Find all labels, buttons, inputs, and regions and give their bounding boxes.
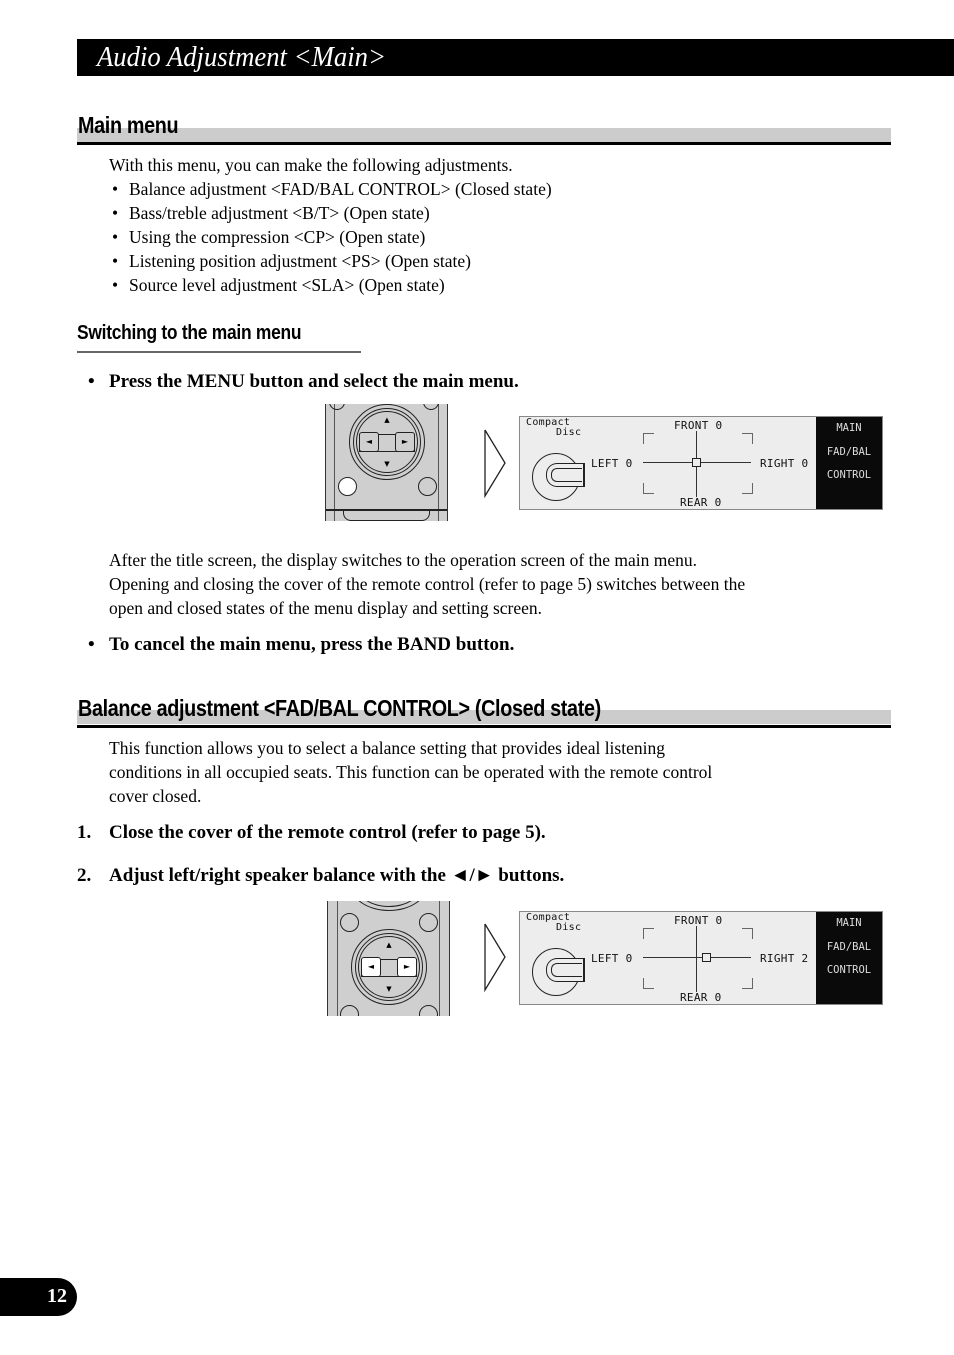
right-label: RIGHT 0 [760,457,809,470]
remote-button-round [423,404,439,410]
balance-axis-vertical [696,926,697,992]
paragraph-line: After the title screen, the display swit… [109,550,698,570]
arrow-right-icon [484,429,506,498]
right-button: ► [395,432,415,452]
source-label: Disc [556,922,582,933]
front-label: FRONT 0 [674,419,723,432]
subheading-switching: Switching to the main menu [77,322,302,344]
remote-cover-lip [343,510,430,521]
step-number: 1. [77,822,92,843]
step-text: Adjust left/right speaker balance with t… [109,865,565,886]
step-2: 2. Adjust left/right speaker balance with… [77,864,564,888]
display-screen: Compact Disc FRONT 0 REAR 0 LEFT 0 RIGHT… [519,911,883,1005]
remote-control-illustration: ▲ ▼ ◄ ► [327,901,450,1016]
remote-button-round [419,913,438,932]
grid-corner [643,433,654,444]
down-arrow-icon: ▼ [386,985,392,993]
left-label: LEFT 0 [591,952,633,965]
remote-edge-line [337,901,338,1016]
rear-label: REAR 0 [680,991,722,1004]
menu-panel: MAIN FAD/BAL CONTROL [816,417,882,509]
menu-button-highlighted [338,477,357,496]
dpad: ▲ ▼ ◄ ► [349,404,425,480]
list-item: Source level adjustment <SLA> (Open stat… [109,273,552,297]
remote-button-round [418,477,437,496]
display-screen: Compact Disc FRONT 0 REAR 0 LEFT 0 RIGHT… [519,416,883,510]
right-label: RIGHT 2 [760,952,809,965]
list-item: Bass/treble adjustment <B/T> (Open state… [109,201,552,225]
list-item: Listening position adjustment <PS> (Open… [109,249,552,273]
down-arrow-icon: ▼ [384,460,390,468]
remote-button-round [419,1005,438,1016]
heading-label: Balance adjustment <FAD/BAL CONTROL> (Cl… [78,695,601,721]
menu-panel: MAIN FAD/BAL CONTROL [816,912,882,1004]
remote-edge-line [334,404,335,521]
balance-axis-horizontal [643,957,751,958]
instruction-press-menu: • Press the MENU button and select the ma… [88,370,519,394]
bullet-marker: • [88,371,95,392]
menu-title: MAIN [836,422,862,434]
cd-slot-graphic [551,468,582,482]
step-number: 2. [77,865,92,886]
remote-button-round [329,404,345,410]
left-label: LEFT 0 [591,457,633,470]
heading-band [77,128,891,142]
left-button-highlighted: ◄ [361,957,381,977]
list-item: Balance adjustment <FAD/BAL CONTROL> (Cl… [109,177,552,201]
subheading-rule [77,351,361,353]
arrow-right-icon [484,923,506,992]
grid-corner [742,433,753,444]
instruction-cancel: • To cancel the main menu, press the BAND… [88,633,514,657]
up-arrow-icon: ▲ [384,416,390,424]
right-button-highlighted: ► [397,957,417,977]
adjustment-list: Balance adjustment <FAD/BAL CONTROL> (Cl… [109,177,552,297]
menu-title: MAIN [836,917,862,929]
left-button: ◄ [359,432,379,452]
source-label: Disc [556,427,582,438]
paragraph-line: conditions in all occupied seats. This f… [109,762,713,782]
page-number: 12 [47,1285,67,1307]
heading-rule [77,725,891,728]
section-heading-main-menu: Main menu [77,110,891,147]
paragraph-line: cover closed. [109,786,202,806]
instruction-text: To cancel the main menu, press the BAND … [109,634,515,655]
grid-corner [742,483,753,494]
list-item: Using the compression <CP> (Open state) [109,225,552,249]
main-menu-intro: With this menu, you can make the followi… [109,155,513,175]
front-label: FRONT 0 [674,914,723,927]
dpad: ▲ ▼ ◄ ► [351,929,427,1005]
menu-item: CONTROL [826,469,872,481]
grid-corner [643,928,654,939]
rear-label: REAR 0 [680,496,722,509]
grid-corner [742,928,753,939]
paragraph-line: This function allows you to select a bal… [109,738,665,758]
page-title-bar: Audio Adjustment <Main> [77,39,954,76]
up-arrow-icon: ▲ [386,941,392,949]
step-text: Close the cover of the remote control (r… [109,822,546,843]
remote-button-round [340,913,359,932]
section-heading-balance: Balance adjustment <FAD/BAL CONTROL> (Cl… [77,692,891,729]
heading-rule [77,142,891,145]
paragraph-line: Opening and closing the cover of the rem… [109,574,746,594]
heading-label: Main menu [78,112,179,138]
step-1: 1. Close the cover of the remote control … [77,821,546,845]
cd-slot-graphic [551,963,582,977]
remote-edge-line [439,901,440,1016]
menu-item: CONTROL [826,964,872,976]
grid-corner [643,978,654,989]
menu-item: FAD/BAL [826,446,872,458]
bullet-marker: • [88,634,95,655]
grid-corner [742,978,753,989]
balance-position-marker [702,953,711,962]
menu-item: FAD/BAL [826,941,872,953]
remote-edge-line [438,404,439,521]
grid-corner [643,483,654,494]
paragraph-line: open and closed states of the menu displ… [109,598,543,618]
page-number-tab: 12 [0,1278,77,1316]
instruction-text: Press the MENU button and select the mai… [109,371,519,392]
remote-control-illustration: ▲ ▼ ◄ ► [325,404,448,521]
balance-position-marker [692,458,701,467]
remote-button-round [340,1005,359,1016]
page-title: Audio Adjustment <Main> [97,41,386,73]
